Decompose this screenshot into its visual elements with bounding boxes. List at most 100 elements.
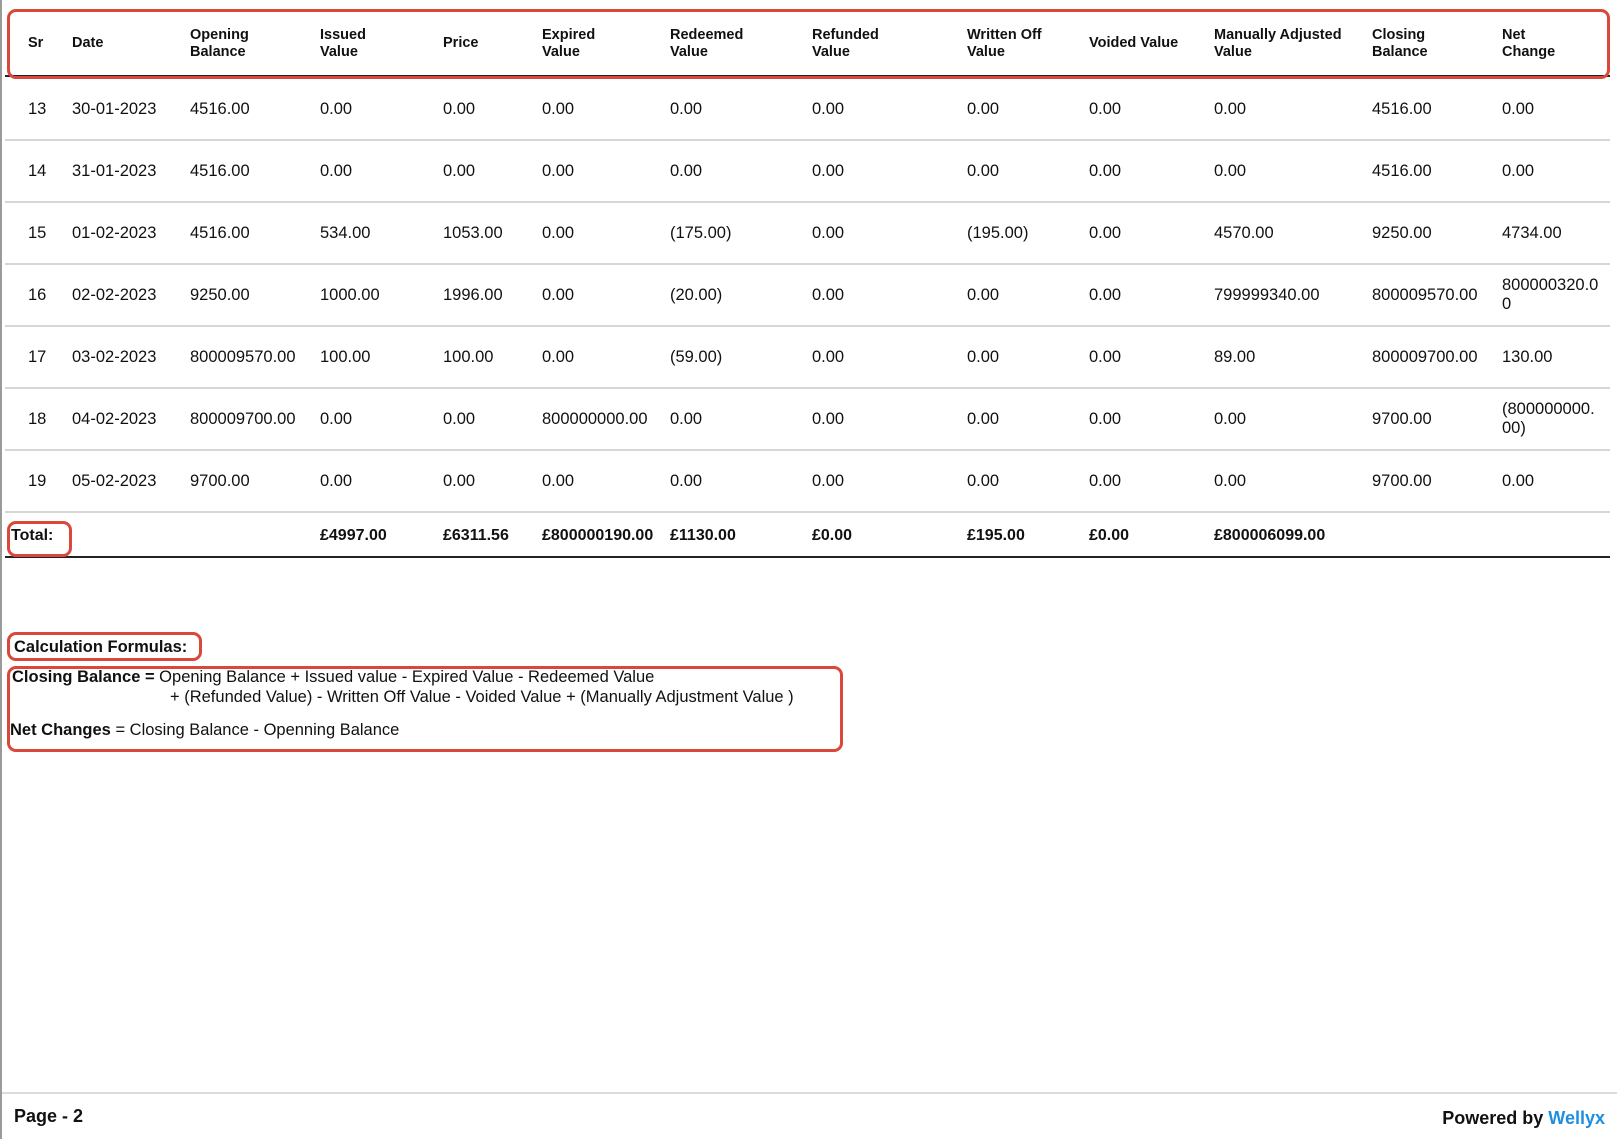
total-label: Total: (11, 526, 54, 544)
table-cell: 4516.00 (1372, 161, 1432, 180)
table-cell: 9250.00 (190, 285, 250, 304)
formulas-title: Calculation Formulas: (14, 638, 188, 656)
table-cell: 4516.00 (1372, 99, 1432, 118)
table-cell: 0.00 (320, 99, 353, 118)
table-cell: 0.00 (812, 471, 845, 490)
table-cell: 4570.00 (1214, 223, 1274, 242)
total-value: £195.00 (967, 526, 1025, 544)
table-cell: 1053.00 (443, 223, 503, 242)
table-cell: 0.00 (967, 409, 1000, 428)
table-cell: 0.00 (443, 99, 476, 118)
table-cell: 0.00 (967, 347, 1000, 366)
total-value: £4997.00 (320, 526, 387, 544)
table-cell: 04-02-2023 (72, 409, 157, 428)
column-header: Expired Value (542, 26, 596, 60)
table-cell: 0.00 (812, 161, 845, 180)
table-cell: 0.00 (967, 471, 1000, 490)
table-cell: 0.00 (1089, 99, 1122, 118)
table-cell: 4734.00 (1502, 223, 1562, 242)
table-cell: 0.00 (1502, 471, 1535, 490)
table-cell: 0.00 (1214, 409, 1247, 428)
table-row: 18 04-02-2023 800009700.00 0.00 0.00 80000000… (5, 389, 1610, 451)
column-header: Opening Balance (190, 26, 249, 60)
table-cell: 4516.00 (190, 161, 250, 180)
table-cell: 0.00 (320, 471, 353, 490)
powered-by-prefix: Powered by (1442, 1108, 1549, 1128)
table-cell: 799999340.00 (1214, 285, 1320, 304)
table-cell: 0.00 (1089, 285, 1122, 304)
brand-link[interactable]: Wellyx (1548, 1108, 1605, 1128)
table-cell: (195.00) (967, 223, 1029, 242)
table-cell: 100.00 (443, 347, 494, 366)
column-header: Sr (28, 35, 44, 51)
table-cell: 0.00 (670, 471, 703, 490)
table-cell: 9700.00 (190, 471, 250, 490)
table-cell: 800009700.00 (190, 409, 296, 428)
table-cell: 9700.00 (1372, 471, 1432, 490)
table-cell: 0.00 (1214, 161, 1247, 180)
closing-balance-formula-line1: Opening Balance + Issued value - Expired… (154, 668, 655, 686)
table-row: 16 02-02-2023 9250.00 1000.00 1996.00 0.00 (20… (5, 265, 1610, 327)
table-cell: 0.00 (670, 161, 703, 180)
table-cell: 0.00 (1502, 161, 1535, 180)
column-header: Date (72, 35, 104, 51)
total-value: £800006099.00 (1214, 526, 1326, 544)
total-value: £1130.00 (670, 526, 736, 544)
table-cell: 18 (28, 409, 47, 428)
table-cell: 30-01-2023 (72, 99, 157, 118)
table-cell: 0.00 (812, 99, 845, 118)
table-cell: 0.00 (812, 285, 845, 304)
table-cell: 0.00 (1214, 471, 1247, 490)
table-cell: 0.00 (1089, 223, 1122, 242)
table-cell: 9250.00 (1372, 223, 1432, 242)
table-cell: 800000000.00 (542, 409, 648, 428)
table-cell: 100.00 (320, 347, 371, 366)
table-cell: 0.00 (812, 347, 845, 366)
closing-balance-label: Closing Balance = (12, 668, 155, 686)
table-cell: 31-01-2023 (72, 161, 157, 180)
table-cell: 0.00 (1214, 99, 1247, 118)
table-row: 13 30-01-2023 4516.00 0.00 0.00 0.00 0.00 0.00 0… (5, 79, 1610, 141)
net-change-formula-text: = Closing Balance - Openning Balance (110, 721, 400, 739)
total-value: £0.00 (812, 526, 853, 544)
table-cell: 0.00 (670, 409, 703, 428)
table-cell: 14 (28, 161, 47, 180)
footer-divider (2, 1092, 1617, 1094)
table-cell: 19 (28, 471, 47, 490)
table-cell: 02-02-2023 (72, 285, 157, 304)
table-cell: (175.00) (670, 223, 732, 242)
table-cell: 4516.00 (190, 99, 250, 118)
column-header: Net Change (1502, 26, 1556, 60)
table-cell: 0.00 (1089, 409, 1122, 428)
table-row: 15 01-02-2023 4516.00 534.00 1053.00 0.00 (175… (5, 203, 1610, 265)
table-cell: 0.00 (443, 471, 476, 490)
page-number: Page - 2 (14, 1106, 84, 1126)
table-cell: (59.00) (670, 347, 723, 366)
total-value: £800000190.00 (542, 526, 654, 544)
net-change-label: Net Changes (10, 721, 111, 739)
table-header: Sr Date Opening Balance Issued Value Price Ex… (5, 10, 1610, 77)
table-cell: 4516.00 (190, 223, 250, 242)
report-page: Sr Date Opening Balance Issued Value Price Ex… (0, 0, 1617, 1139)
table-cell: 800009700.00 (1372, 347, 1478, 366)
column-header: Closing Balance (1372, 26, 1428, 60)
table-cell: 0.00 (542, 285, 575, 304)
table-cell: 89.00 (1214, 347, 1256, 366)
table-cell: 0.00 (1089, 347, 1122, 366)
table-cell: 800009570.00 (190, 347, 296, 366)
total-value: £0.00 (1089, 526, 1130, 544)
table-cell: 0.00 (812, 223, 845, 242)
column-header: Voided Value (1089, 35, 1179, 51)
total-value: £6311.56 (443, 526, 509, 544)
table-cell: 0.00 (443, 161, 476, 180)
table-cell: 0.00 (670, 99, 703, 118)
table-cell: (800000000. 00) (1502, 400, 1595, 437)
table-cell: 0.00 (542, 99, 575, 118)
table-cell: 0.00 (967, 285, 1000, 304)
table-cell: 800000320.0 0 (1502, 276, 1599, 313)
powered-by: Powered by Wellyx (1442, 1108, 1605, 1129)
table-row: 14 31-01-2023 4516.00 0.00 0.00 0.00 0.00 0.00 0… (5, 141, 1610, 203)
table-cell: 15 (28, 223, 47, 242)
column-header: Written Off Value (967, 26, 1042, 60)
column-header: Manually Adjusted Value (1214, 26, 1342, 60)
